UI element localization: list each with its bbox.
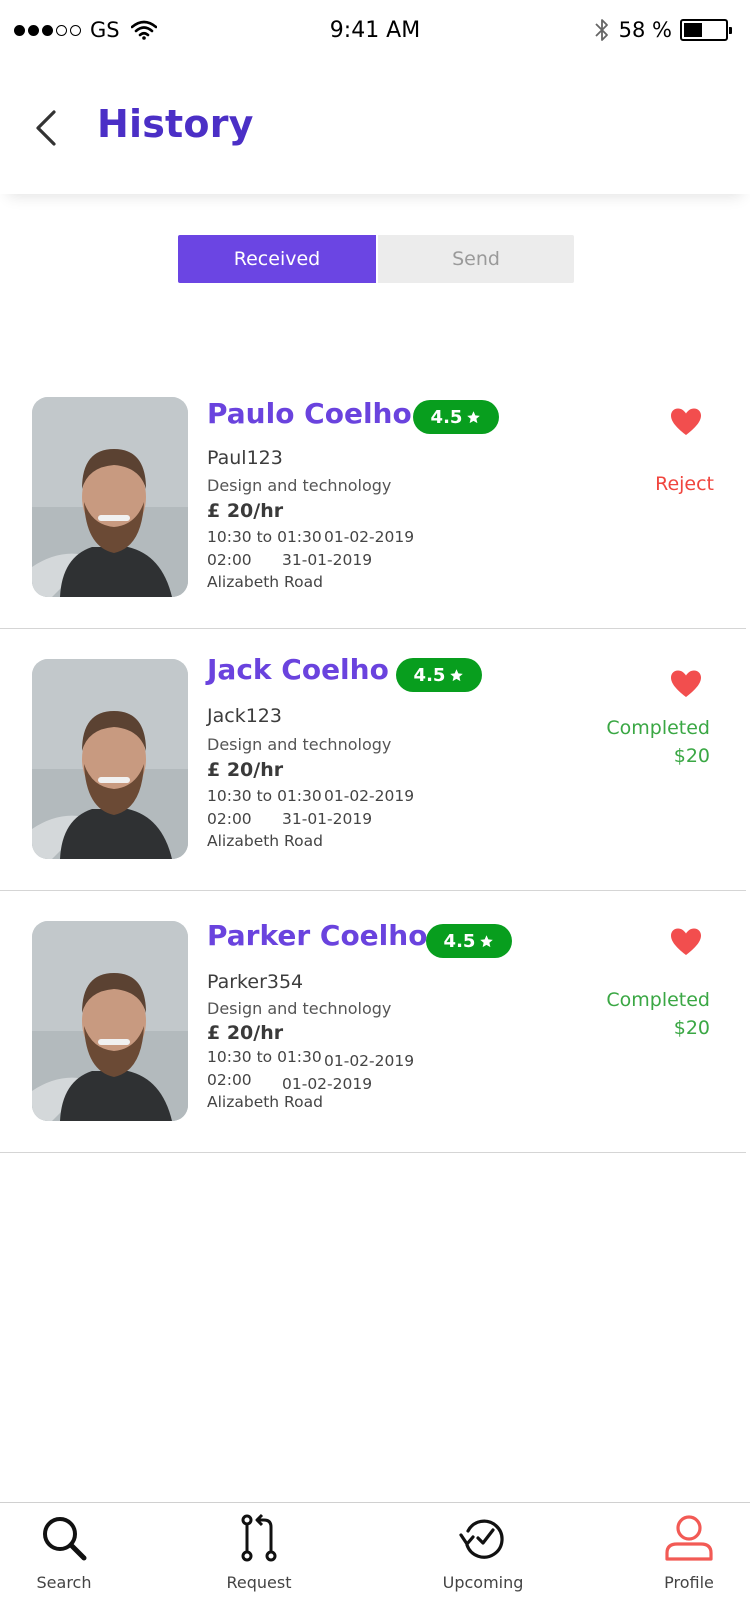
nav-upcoming[interactable]: Upcoming bbox=[408, 1503, 558, 1600]
username: Jack123 bbox=[207, 705, 282, 727]
username: Parker354 bbox=[207, 971, 304, 993]
nav-label: Search bbox=[36, 1573, 92, 1592]
bluetooth-icon bbox=[595, 19, 608, 41]
rating-badge: 4.5 bbox=[413, 400, 499, 434]
rating-badge: 4.5 bbox=[426, 924, 512, 958]
tab-received[interactable]: Received bbox=[178, 235, 376, 283]
duration: 02:00 bbox=[207, 1071, 252, 1089]
status-bar: GS 9:41 AM 58 % bbox=[0, 0, 750, 64]
star-icon bbox=[467, 410, 481, 423]
tab-switcher: Received Send bbox=[178, 235, 574, 283]
date: 01-02-2019 bbox=[282, 1075, 373, 1093]
star-icon bbox=[450, 668, 464, 681]
nav-request[interactable]: Request bbox=[184, 1503, 334, 1600]
date: 01-02-2019 bbox=[324, 787, 415, 805]
status-label: Completed bbox=[606, 717, 710, 739]
category: Design and technology bbox=[207, 476, 392, 495]
back-arrow-icon[interactable] bbox=[30, 104, 60, 152]
amount: $20 bbox=[673, 745, 710, 767]
tab-send[interactable]: Send bbox=[376, 235, 574, 283]
status-label: Completed bbox=[606, 989, 710, 1011]
time-range: 10:30 to 01:30 bbox=[207, 787, 322, 805]
time-range: 10:30 to 01:30 bbox=[207, 528, 322, 546]
person-name[interactable]: Jack Coelho bbox=[207, 653, 389, 686]
status-label: Reject bbox=[655, 473, 714, 495]
duration: 02:00 bbox=[207, 810, 252, 828]
request-icon bbox=[241, 1513, 277, 1562]
history-card[interactable]: Jack Coelho 4.5 Jack123 Design and techn… bbox=[0, 629, 746, 891]
rating-value: 4.5 bbox=[443, 930, 476, 952]
history-card[interactable]: Paulo Coelho 4.5 Paul123 Design and tech… bbox=[0, 367, 746, 629]
amount: $20 bbox=[673, 1017, 710, 1039]
nav-label: Request bbox=[226, 1573, 292, 1592]
rating-value: 4.5 bbox=[430, 406, 463, 428]
avatar bbox=[32, 659, 188, 859]
duration: 02:00 bbox=[207, 551, 252, 569]
battery-icon bbox=[680, 19, 732, 41]
avatar bbox=[32, 397, 188, 597]
location: Alizabeth Road bbox=[207, 573, 323, 591]
heart-icon[interactable] bbox=[670, 927, 702, 957]
date: 01-02-2019 bbox=[324, 1052, 415, 1070]
time-range: 10:30 to 01:30 bbox=[207, 1048, 322, 1066]
avatar bbox=[32, 921, 188, 1121]
hourly-rate: £ 20/hr bbox=[207, 500, 284, 522]
nav-search[interactable]: Search bbox=[0, 1503, 139, 1600]
person-name[interactable]: Parker Coelho bbox=[207, 919, 427, 952]
bottom-nav: Search Request Upcoming Profile bbox=[0, 1502, 750, 1600]
heart-icon[interactable] bbox=[670, 669, 702, 699]
profile-icon bbox=[665, 1515, 713, 1561]
history-card[interactable]: Parker Coelho 4.5 Parker354 Design and t… bbox=[0, 891, 746, 1153]
rating-value: 4.5 bbox=[413, 664, 446, 686]
hourly-rate: £ 20/hr bbox=[207, 759, 284, 781]
location: Alizabeth Road bbox=[207, 1093, 323, 1111]
date: 01-02-2019 bbox=[324, 528, 415, 546]
status-right: 58 % bbox=[593, 17, 732, 43]
date: 31-01-2019 bbox=[282, 551, 373, 569]
hourly-rate: £ 20/hr bbox=[207, 1022, 284, 1044]
heart-icon[interactable] bbox=[670, 407, 702, 437]
nav-profile[interactable]: Profile bbox=[614, 1503, 750, 1600]
person-photo bbox=[32, 659, 188, 859]
header: History bbox=[0, 64, 750, 194]
person-name[interactable]: Paulo Coelho bbox=[207, 397, 412, 430]
date: 31-01-2019 bbox=[282, 810, 373, 828]
person-photo bbox=[32, 397, 188, 597]
category: Design and technology bbox=[207, 735, 392, 754]
location: Alizabeth Road bbox=[207, 832, 323, 850]
battery-percent: 58 % bbox=[618, 18, 672, 42]
star-icon bbox=[480, 934, 494, 947]
nav-label: Upcoming bbox=[442, 1573, 524, 1592]
username: Paul123 bbox=[207, 447, 283, 469]
nav-label: Profile bbox=[664, 1573, 714, 1592]
page-title: History bbox=[97, 102, 254, 146]
category: Design and technology bbox=[207, 999, 392, 1018]
upcoming-icon bbox=[459, 1519, 504, 1559]
search-icon bbox=[43, 1517, 87, 1561]
rating-badge: 4.5 bbox=[396, 658, 482, 692]
person-photo bbox=[32, 921, 188, 1121]
